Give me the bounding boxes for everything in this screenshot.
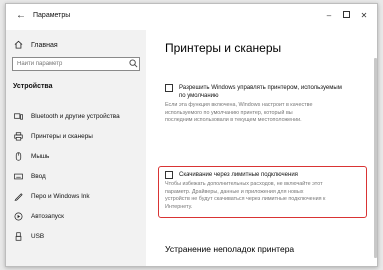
sidebar-item-home[interactable]: Главная bbox=[13, 40, 58, 51]
metered-download-checkbox[interactable] bbox=[165, 171, 173, 179]
minimize-button[interactable]: – bbox=[321, 9, 337, 23]
metered-download-option: Скачивание через лимитные подключения Чт… bbox=[165, 171, 363, 211]
sidebar-item-label: Ввод bbox=[31, 172, 46, 180]
sidebar-item-printers[interactable]: Принтеры и сканеры bbox=[6, 126, 146, 146]
maximize-button[interactable] bbox=[338, 9, 354, 23]
bluetooth-devices-icon bbox=[13, 111, 23, 121]
description-line: используемого по умолчанию принтер, кото… bbox=[165, 109, 293, 116]
sidebar-item-bluetooth[interactable]: Bluetooth и другие устройства bbox=[6, 106, 146, 126]
description-line: Если эта функция включена, Windows настр… bbox=[165, 102, 313, 108]
sidebar-item-label: Мышь bbox=[31, 152, 50, 160]
back-arrow-icon[interactable]: ← bbox=[15, 10, 27, 22]
main-content: Принтеры и сканеры Разрешить Windows упр… bbox=[146, 30, 377, 266]
maximize-icon bbox=[342, 11, 350, 19]
keyboard-icon bbox=[13, 171, 23, 181]
scrollbar[interactable] bbox=[374, 58, 377, 258]
sidebar-item-label: Принтеры и сканеры bbox=[31, 132, 93, 140]
close-button[interactable]: ✕ bbox=[356, 9, 372, 23]
home-label: Главная bbox=[31, 42, 58, 49]
default-printer-label-line2[interactable]: по умолчанию bbox=[179, 92, 365, 100]
sidebar-section-title: Устройства bbox=[13, 83, 53, 90]
clipped-text-line bbox=[165, 262, 355, 266]
page-title: Принтеры и сканеры bbox=[165, 41, 282, 55]
sidebar-item-label: USB bbox=[31, 232, 45, 240]
search-input[interactable] bbox=[12, 57, 140, 71]
default-printer-checkbox[interactable] bbox=[165, 84, 173, 92]
metered-download-label[interactable]: Скачивание через лимитные подключения bbox=[179, 171, 363, 179]
sidebar: Главная Устройства Bluetooth и другие ус… bbox=[6, 30, 146, 266]
sidebar-item-autoplay[interactable]: Автозапуск bbox=[6, 206, 146, 226]
settings-window: ← Параметры – ✕ Главная Устройства Bluet… bbox=[5, 3, 378, 267]
sidebar-item-label: Перо и Windows Ink bbox=[31, 192, 90, 200]
sidebar-item-pen[interactable]: Перо и Windows Ink bbox=[6, 186, 146, 206]
description-line: устройств не будут скачиваться через лим… bbox=[165, 196, 326, 203]
sidebar-nav-list: Bluetooth и другие устройства Принтеры и… bbox=[6, 106, 146, 246]
description-line: последним использовали в текущем местопо… bbox=[165, 117, 302, 124]
window-title: Параметры bbox=[33, 12, 71, 19]
default-printer-option: Разрешить Windows управлять принтером, и… bbox=[165, 84, 365, 125]
autoplay-icon bbox=[13, 211, 23, 221]
sidebar-item-label: Bluetooth и другие устройства bbox=[31, 112, 120, 120]
sidebar-item-typing[interactable]: Ввод bbox=[6, 166, 146, 186]
pen-icon bbox=[13, 191, 23, 201]
description-line: Интернету. bbox=[165, 203, 193, 210]
printer-icon bbox=[13, 131, 23, 141]
troubleshoot-section-title: Устранение неполадок принтера bbox=[165, 244, 295, 254]
sidebar-item-mouse[interactable]: Мышь bbox=[6, 146, 146, 166]
home-icon bbox=[13, 40, 23, 51]
default-printer-description: Если эта функция включена, Windows настр… bbox=[165, 102, 365, 125]
default-printer-label-line1[interactable]: Разрешить Windows управлять принтером, и… bbox=[179, 84, 365, 92]
sidebar-item-usb[interactable]: USB bbox=[6, 226, 146, 246]
description-line: Чтобы избежать дополнительных расходов, … bbox=[165, 181, 323, 187]
title-bar: ← Параметры – ✕ bbox=[6, 4, 377, 30]
sidebar-item-label: Автозапуск bbox=[31, 212, 64, 220]
search-icon[interactable] bbox=[129, 59, 138, 68]
usb-icon bbox=[13, 231, 23, 241]
mouse-icon bbox=[13, 151, 23, 161]
metered-download-description: Чтобы избежать дополнительных расходов, … bbox=[165, 181, 363, 211]
